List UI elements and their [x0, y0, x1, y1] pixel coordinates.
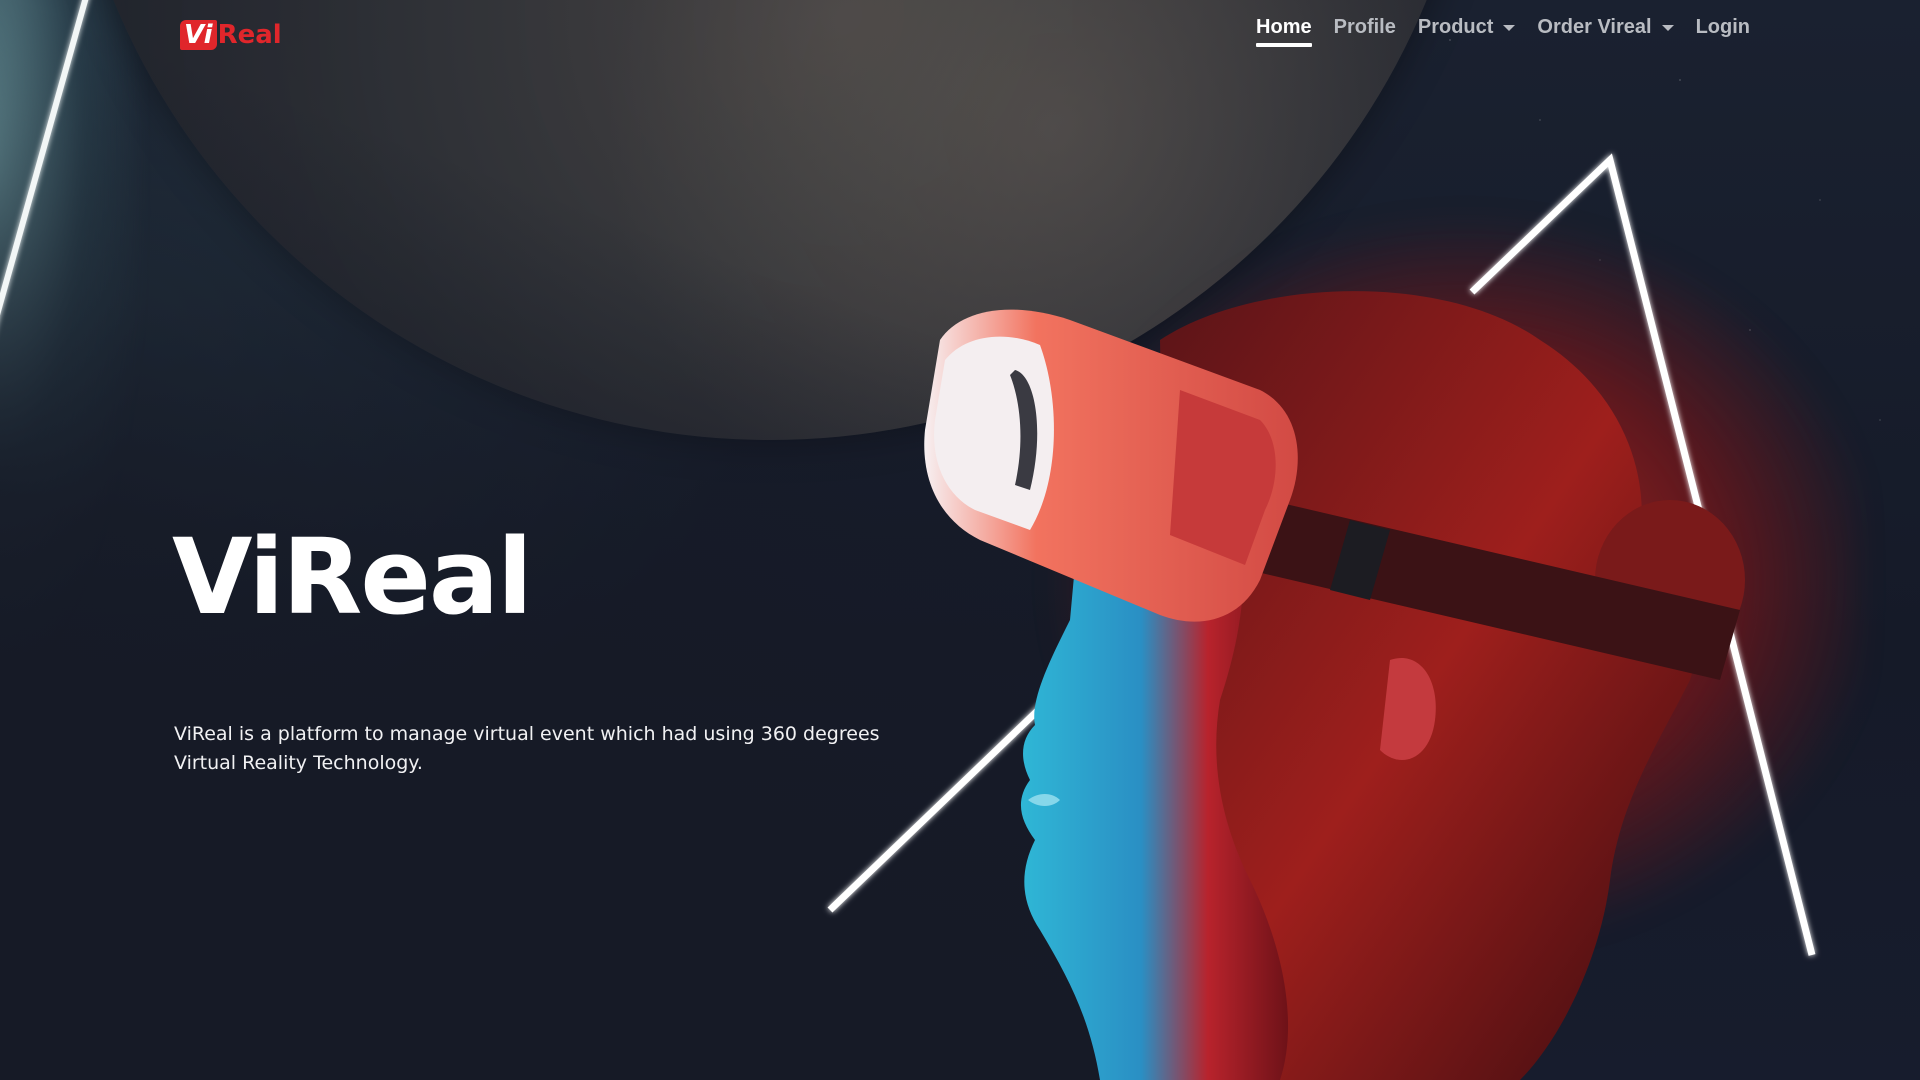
nav-item-login[interactable]: Login [1696, 16, 1750, 47]
nav-item-profile[interactable]: Profile [1334, 16, 1396, 47]
vr-headset-person-illustration [924, 291, 1745, 1080]
nav-item-label: Profile [1333, 16, 1396, 38]
caret-down-icon [1661, 24, 1674, 31]
top-navbar: Vi Real Home Profile Product Order Virea… [0, 0, 1920, 64]
nav-item-home[interactable]: Home [1256, 16, 1312, 47]
nav-item-label: Home [1256, 16, 1312, 38]
vireal-logo[interactable]: Vi Real [180, 18, 282, 52]
logo-vi-mark: Vi [180, 20, 217, 50]
landing-page: Vi Real Home Profile Product Order Virea… [0, 0, 1920, 1080]
hero-title: ViReal [172, 516, 533, 638]
caret-down-icon [1503, 24, 1516, 31]
hero-description: ViReal is a platform to manage virtual e… [174, 723, 880, 774]
nav-item-product[interactable]: Product [1418, 16, 1516, 47]
nav-item-label: Product [1417, 16, 1494, 38]
logo-real-text: Real [217, 20, 282, 50]
nav-item-order-vireal[interactable]: Order Vireal [1537, 16, 1674, 47]
nav-item-label: Order Vireal [1537, 16, 1652, 38]
nav-item-label: Login [1695, 16, 1750, 38]
nav-menu: Home Profile Product Order Vireal Login [1256, 16, 1750, 47]
